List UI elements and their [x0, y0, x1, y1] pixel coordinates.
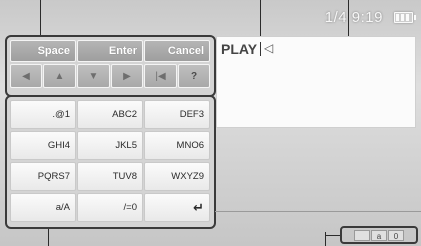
- enter-key[interactable]: Enter: [77, 40, 143, 62]
- divider: [215, 211, 421, 212]
- char-key-1[interactable]: .@1: [10, 100, 76, 129]
- callout-line-keyboard: [40, 0, 41, 37]
- clock: 1/4 9:19: [324, 9, 383, 26]
- callout-line-grid: [48, 226, 49, 246]
- input-mode-cell-1: [354, 229, 370, 241]
- keyboard-function-panel: Space Enter Cancel ◀ ▲ ▼ ▶ |◀ ?: [5, 35, 216, 97]
- char-key-5[interactable]: JKL5: [77, 131, 143, 160]
- callout-line-mode-h: [325, 235, 341, 236]
- arrow-left-icon[interactable]: ◀: [10, 64, 42, 88]
- char-key-9[interactable]: WXYZ9: [144, 162, 210, 191]
- jump-to-start-icon[interactable]: |◀: [144, 64, 177, 88]
- cursor-marker-icon: ◁: [264, 41, 274, 55]
- callout-line-cursor: [260, 0, 261, 40]
- newline-key[interactable]: ↵: [144, 193, 210, 222]
- input-mode-cell-2: a: [371, 229, 387, 241]
- char-key-8[interactable]: TUV8: [77, 162, 143, 191]
- char-key-7[interactable]: PQRS7: [10, 162, 76, 191]
- input-mode-indicator: a 0: [340, 226, 418, 244]
- arrow-right-icon[interactable]: ▶: [111, 64, 143, 88]
- text-caret: [260, 42, 261, 56]
- keyboard-character-grid: .@1 ABC2 DEF3 GHI4 JKL5 MNO6 PQRS7 TUV8 …: [5, 95, 216, 229]
- space-key[interactable]: Space: [10, 40, 76, 62]
- char-key-0[interactable]: /=0: [77, 193, 143, 222]
- text-entry-value: PLAY: [221, 41, 258, 57]
- char-key-3[interactable]: DEF3: [144, 100, 210, 129]
- case-toggle-key[interactable]: a/A: [10, 193, 76, 222]
- cancel-key[interactable]: Cancel: [144, 40, 210, 62]
- text-entry-field[interactable]: PLAY ◁: [216, 36, 416, 128]
- battery-icon: [394, 12, 416, 23]
- help-icon[interactable]: ?: [178, 64, 210, 88]
- arrow-down-icon[interactable]: ▼: [77, 64, 110, 88]
- char-key-6[interactable]: MNO6: [144, 131, 210, 160]
- char-key-2[interactable]: ABC2: [77, 100, 143, 129]
- arrow-up-icon[interactable]: ▲: [43, 64, 76, 88]
- input-mode-cell-3: 0: [388, 229, 404, 241]
- char-key-4[interactable]: GHI4: [10, 131, 76, 160]
